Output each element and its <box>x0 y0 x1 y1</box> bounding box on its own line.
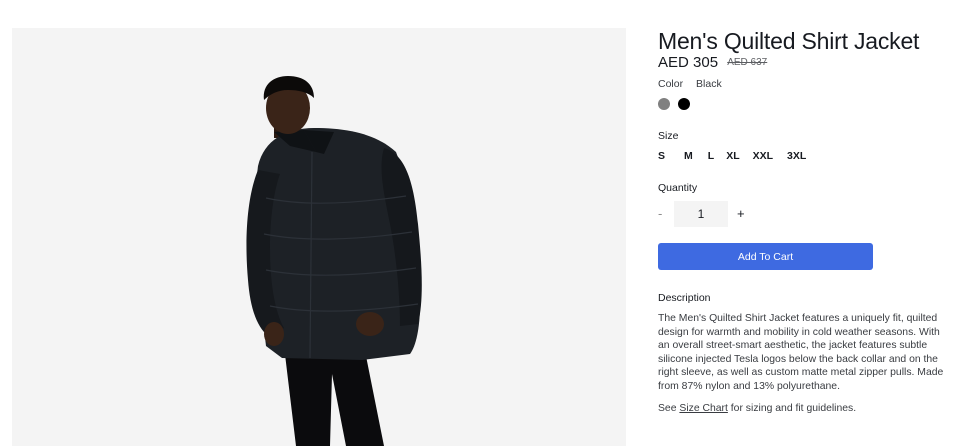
current-price: AED 305 <box>658 54 719 71</box>
description-text: The Men's Quilted Shirt Jacket features … <box>658 313 944 392</box>
price-row: AED 305 AED 637 <box>658 54 767 71</box>
quantity-increase-button[interactable]: + <box>737 206 745 221</box>
selected-color: Black <box>696 78 722 90</box>
color-row: Color Black <box>658 78 722 90</box>
size-option-3xl[interactable]: 3XL <box>787 150 806 162</box>
size-chart-note: See Size Chart for sizing and fit guidel… <box>658 403 856 414</box>
product-title: Men's Quilted Shirt Jacket <box>658 28 920 54</box>
color-swatch-grey[interactable] <box>658 98 670 110</box>
model-illustration <box>246 76 422 446</box>
size-option-m[interactable]: M <box>684 150 693 162</box>
product-image[interactable] <box>12 28 626 446</box>
quantity-label: Quantity <box>658 182 698 194</box>
quantity-input[interactable]: 1 <box>674 201 728 227</box>
size-option-xl[interactable]: XL <box>726 150 739 162</box>
size-option-s[interactable]: S <box>658 150 665 162</box>
size-chart-prefix: See <box>658 403 677 414</box>
size-option-xxl[interactable]: XXL <box>753 150 773 162</box>
size-label: Size <box>658 130 679 142</box>
color-swatch-black[interactable] <box>678 98 690 110</box>
quantity-decrease-button[interactable]: - <box>658 206 662 221</box>
size-options: S M L XL XXL 3XL <box>658 150 806 162</box>
description-label: Description <box>658 292 711 304</box>
quantity-stepper: - 1 + <box>658 201 768 227</box>
size-option-l[interactable]: L <box>708 150 714 162</box>
add-to-cart-button[interactable]: Add To Cart <box>658 243 873 270</box>
color-label: Color <box>658 78 684 90</box>
size-chart-suffix: for sizing and fit guidelines. <box>730 403 857 414</box>
original-price: AED 637 <box>727 57 768 68</box>
size-chart-link[interactable]: Size Chart <box>679 403 728 414</box>
